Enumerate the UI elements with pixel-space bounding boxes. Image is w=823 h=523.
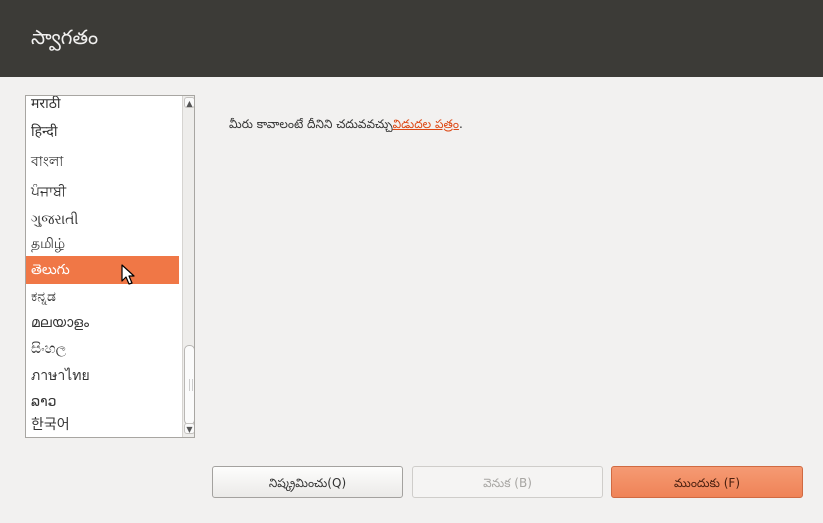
language-list-panel: मराठी हिन्दी বাংলা ਪੰਜਾਬੀ ગુજરાતી தமிழ் … (25, 95, 195, 438)
language-item[interactable]: 한국어 (26, 414, 179, 436)
release-notes-suffix: . (458, 117, 463, 131)
window-header: స్వాగతం (0, 0, 823, 77)
language-item[interactable]: বাংলা (26, 148, 179, 176)
language-item[interactable]: മലയാളം (26, 310, 179, 336)
language-item[interactable]: ภาษาไทย (26, 362, 179, 390)
language-item[interactable]: ಕನ್ನಡ (26, 284, 179, 310)
forward-button[interactable]: ముందుకు (F) (611, 466, 803, 498)
language-list-scrollbar[interactable]: ▲ ▼ (182, 96, 194, 437)
language-item[interactable]: ਪੰਜਾਬੀ (26, 178, 179, 206)
release-notes-link[interactable]: విడుదల పత్రం (393, 117, 459, 131)
language-item[interactable]: සිංහල (26, 336, 179, 362)
language-item[interactable]: தமிழ் (26, 232, 179, 256)
language-item[interactable]: मराठी (26, 96, 179, 112)
page-title: స్వాగతం (31, 25, 99, 49)
language-list: मराठी हिन्दी বাংলা ਪੰਜਾਬੀ ગુજરાતી தமிழ் … (26, 96, 179, 437)
language-item-selected[interactable]: తెలుగు (26, 256, 179, 284)
scrollbar-grip (189, 379, 193, 391)
language-item[interactable]: ລາວ (26, 390, 179, 414)
language-item[interactable]: ગુજરાતી (26, 208, 179, 232)
back-button[interactable]: వెనుక (B) (412, 466, 603, 498)
scroll-up-arrow-icon[interactable]: ▲ (184, 97, 194, 108)
quit-button[interactable]: నిష్క్రమించు(Q) (212, 466, 403, 498)
scroll-down-arrow-icon[interactable]: ▼ (184, 423, 194, 434)
release-notes-text: మీరు కావాలంటే దీనిని చదువవచ్చువిడుదల పత్… (229, 117, 463, 134)
release-notes-prefix: మీరు కావాలంటే దీనిని చదువవచ్చు (229, 117, 393, 131)
mouse-pointer-icon (121, 264, 135, 285)
scrollbar-thumb[interactable] (184, 345, 194, 425)
language-item[interactable]: हिन्दी (26, 118, 179, 146)
